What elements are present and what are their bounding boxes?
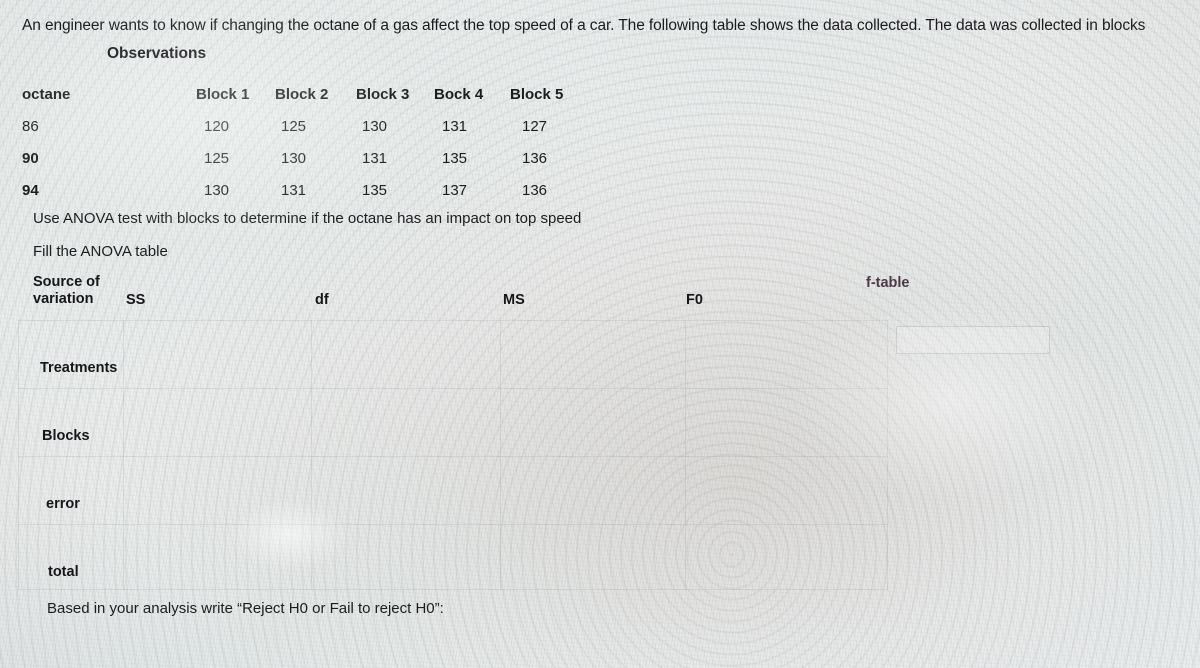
- cell-r2-block3: 135: [362, 181, 388, 199]
- column-header-block-1: Block 1: [196, 85, 250, 103]
- grid-line-horizontal: [18, 456, 888, 457]
- cell-r1-block3: 131: [362, 149, 388, 167]
- instruction-conclusion: Based in your analysis write “Reject H0 …: [47, 600, 444, 617]
- grid-line-horizontal: [18, 320, 888, 321]
- column-header-octane: octane: [22, 85, 71, 103]
- grid-line-vertical: [18, 320, 19, 590]
- cell-octane-86: 86: [22, 117, 39, 135]
- cell-octane-90: 90: [22, 149, 39, 167]
- cell-r2-block5: 136: [522, 181, 548, 199]
- cell-r2-block4: 137: [442, 181, 468, 199]
- grid-line-horizontal: [18, 589, 888, 590]
- ftable-input[interactable]: [896, 326, 1050, 354]
- cell-r2-block2: 131: [281, 181, 307, 199]
- table-row: 90 125 130 131 135 136: [22, 142, 590, 174]
- table-row: 94 130 131 135 137 136: [22, 174, 590, 206]
- anova-row-label-error: error: [46, 496, 80, 512]
- column-header-block-3: Block 3: [356, 85, 410, 103]
- column-header-block-5: Block 5: [510, 85, 564, 103]
- cell-r1-block4: 135: [442, 149, 468, 167]
- cell-r0-block1: 120: [204, 117, 230, 135]
- cell-r0-block3: 130: [362, 117, 388, 135]
- observations-table: octane Block 1 Block 2 Block 3 Bock 4 Bl…: [22, 78, 590, 206]
- document-content: An engineer wants to know if changing th…: [0, 0, 1200, 668]
- anova-row-label-total: total: [48, 564, 79, 580]
- column-header-block-4: Bock 4: [434, 85, 484, 103]
- grid-line-vertical: [123, 320, 124, 590]
- anova-header-source-line2: variation: [33, 291, 94, 307]
- observations-label: Observations: [107, 45, 207, 62]
- table-header-row: octane Block 1 Block 2 Block 3 Bock 4 Bl…: [22, 78, 590, 110]
- anova-row-label-blocks: Blocks: [42, 428, 90, 444]
- grid-line-vertical: [685, 320, 686, 590]
- grid-line-vertical: [311, 320, 312, 590]
- grid-line-vertical: [887, 320, 888, 590]
- anova-header-ss: SS: [126, 292, 146, 308]
- ftable-label: f-table: [866, 275, 910, 291]
- anova-header-df: df: [315, 292, 329, 308]
- anova-header-f0: F0: [686, 292, 703, 308]
- instruction-fill-table: Fill the ANOVA table: [33, 243, 168, 260]
- problem-statement: An engineer wants to know if changing th…: [22, 17, 1146, 34]
- anova-header-ms: MS: [503, 292, 525, 308]
- cell-r0-block2: 125: [281, 117, 307, 135]
- screen-photo: An engineer wants to know if changing th…: [0, 0, 1200, 668]
- grid-line-horizontal: [18, 524, 888, 525]
- table-row: 86 120 125 130 131 127: [22, 110, 590, 142]
- anova-header-source-line1: Source of: [33, 274, 100, 290]
- cell-r2-block1: 130: [204, 181, 230, 199]
- instruction-use-anova: Use ANOVA test with blocks to determine …: [33, 210, 582, 227]
- cell-r1-block5: 136: [522, 149, 548, 167]
- cell-r0-block4: 131: [442, 117, 468, 135]
- anova-header-source: Source of variation: [33, 274, 100, 308]
- anova-answer-grid: [18, 320, 888, 590]
- grid-line-horizontal: [18, 388, 888, 389]
- grid-line-vertical: [500, 320, 501, 590]
- anova-row-label-treatments: Treatments: [40, 360, 118, 376]
- column-header-block-2: Block 2: [275, 85, 329, 103]
- cell-r1-block2: 130: [281, 149, 307, 167]
- cell-octane-94: 94: [22, 181, 39, 199]
- cell-r1-block1: 125: [204, 149, 230, 167]
- cell-r0-block5: 127: [522, 117, 548, 135]
